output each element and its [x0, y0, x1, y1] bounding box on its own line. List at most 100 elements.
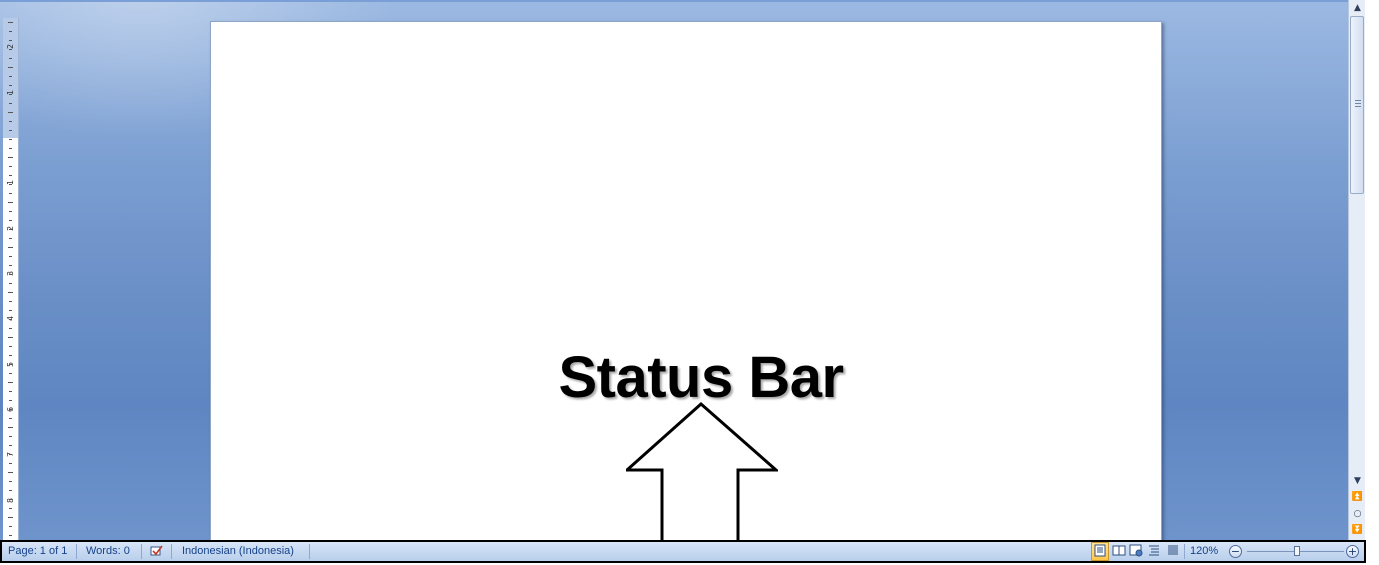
ruler-tick — [9, 184, 12, 185]
ruler-tick — [9, 193, 12, 194]
ruler-tick — [8, 112, 13, 113]
web-layout-icon[interactable] — [1128, 543, 1143, 560]
ruler-tick — [9, 445, 12, 446]
ruler-tick — [9, 418, 12, 419]
vertical-scrollbar[interactable]: ▲ ▼ ⏫ ○ ⏬ — [1348, 0, 1366, 540]
word-count[interactable]: Words: 0 — [82, 542, 134, 561]
scroll-down-button[interactable]: ▼ — [1349, 474, 1366, 488]
document-heading: Status Bar — [558, 345, 844, 410]
ruler-tick — [9, 373, 12, 374]
zoom-slider-thumb[interactable] — [1294, 546, 1301, 556]
ruler-tick — [9, 139, 12, 140]
ruler-tick — [9, 454, 12, 455]
ruler-tick — [8, 157, 13, 158]
ruler-tick — [9, 229, 12, 230]
ruler-tick — [9, 166, 12, 167]
ruler-tick — [8, 247, 13, 248]
ruler-tick — [9, 175, 12, 176]
ruler-tick — [9, 130, 12, 131]
divider — [141, 544, 142, 559]
ruler-tick — [9, 283, 12, 284]
ruler-tick — [9, 148, 12, 149]
ruler-tick — [9, 274, 12, 275]
ruler-tick — [9, 535, 12, 536]
ruler-tick — [9, 490, 12, 491]
ruler-tick — [9, 40, 12, 41]
ruler-tick — [9, 391, 12, 392]
ruler-tick — [8, 67, 13, 68]
ruler-label: 1 — [6, 179, 15, 186]
ruler-tick — [9, 364, 12, 365]
previous-page-button[interactable]: ⏫ — [1349, 490, 1366, 504]
browse-object-button[interactable]: ○ — [1349, 507, 1366, 521]
ruler-tick — [9, 238, 12, 239]
grip-line — [1355, 103, 1361, 104]
ruler-tick — [9, 526, 12, 527]
ruler-top-margin[interactable] — [3, 18, 18, 138]
draft-icon[interactable] — [1165, 543, 1180, 560]
vertical-ruler[interactable]: 2 1 1 2 3 4 5 6 7 8 — [3, 18, 19, 540]
document-page[interactable]: Status Bar — [210, 21, 1162, 540]
ruler-tick — [8, 292, 13, 293]
ruler-tick — [9, 85, 12, 86]
ruler-tick — [9, 319, 12, 320]
ruler-tick — [9, 328, 12, 329]
status-bar: Page: 1 of 1 Words: 0 Indonesian (Indone… — [0, 540, 1366, 563]
ruler-tick — [9, 58, 12, 59]
ruler-tick — [8, 382, 13, 383]
ruler-tick — [8, 517, 13, 518]
ruler-tick — [9, 400, 12, 401]
ruler-label: 8 — [6, 497, 15, 504]
window-edge — [1365, 0, 1379, 565]
next-page-button[interactable]: ⏬ — [1349, 523, 1366, 537]
zoom-in-button[interactable]: + — [1346, 545, 1359, 558]
grip-line — [1355, 106, 1361, 107]
ruler-tick — [9, 256, 12, 257]
document-workspace: 2 1 1 2 3 4 5 6 7 8 Status Bar — [0, 0, 1348, 540]
divider — [309, 544, 310, 559]
spelling-check-icon[interactable] — [149, 543, 164, 560]
grip-line — [1355, 100, 1361, 101]
up-arrow-icon — [626, 402, 778, 540]
divider — [76, 544, 77, 559]
ruler-tick — [9, 310, 12, 311]
ruler-tick — [9, 94, 12, 95]
outline-icon[interactable] — [1146, 543, 1161, 560]
scroll-up-button[interactable]: ▲ — [1349, 1, 1366, 15]
ruler-tick — [9, 211, 12, 212]
ruler-tick — [9, 220, 12, 221]
ruler-tick — [8, 337, 13, 338]
ruler-tick — [9, 103, 12, 104]
ruler-tick — [9, 265, 12, 266]
ruler-tick — [9, 508, 12, 509]
divider — [1184, 544, 1185, 559]
ruler-tick — [9, 31, 12, 32]
ruler-tick — [9, 355, 12, 356]
spelling-check-icon — [150, 545, 163, 556]
divider — [171, 544, 172, 559]
ruler-tick — [9, 121, 12, 122]
ruler-tick — [9, 346, 12, 347]
ruler-tick — [9, 481, 12, 482]
ruler-tick — [9, 499, 12, 500]
ruler-tick — [8, 202, 13, 203]
ruler-tick — [9, 301, 12, 302]
ruler-tick — [9, 463, 12, 464]
print-layout-icon[interactable] — [1092, 543, 1107, 560]
ruler-label: 2 — [6, 43, 15, 50]
ruler-tick — [8, 472, 13, 473]
page-count[interactable]: Page: 1 of 1 — [4, 542, 71, 561]
zoom-level[interactable]: 120% — [1186, 542, 1222, 561]
ruler-tick — [9, 436, 12, 437]
language-indicator[interactable]: Indonesian (Indonesia) — [178, 542, 298, 561]
ribbon-edge — [0, 0, 1348, 2]
ruler-tick — [9, 49, 12, 50]
zoom-out-button[interactable]: − — [1229, 545, 1242, 558]
scroll-thumb[interactable] — [1350, 16, 1364, 194]
full-screen-reading-icon[interactable] — [1111, 543, 1126, 560]
ruler-tick — [9, 76, 12, 77]
ruler-tick — [8, 22, 13, 23]
ruler-tick — [9, 409, 12, 410]
ruler-tick — [8, 427, 13, 428]
ruler-label: 1 — [6, 89, 15, 96]
